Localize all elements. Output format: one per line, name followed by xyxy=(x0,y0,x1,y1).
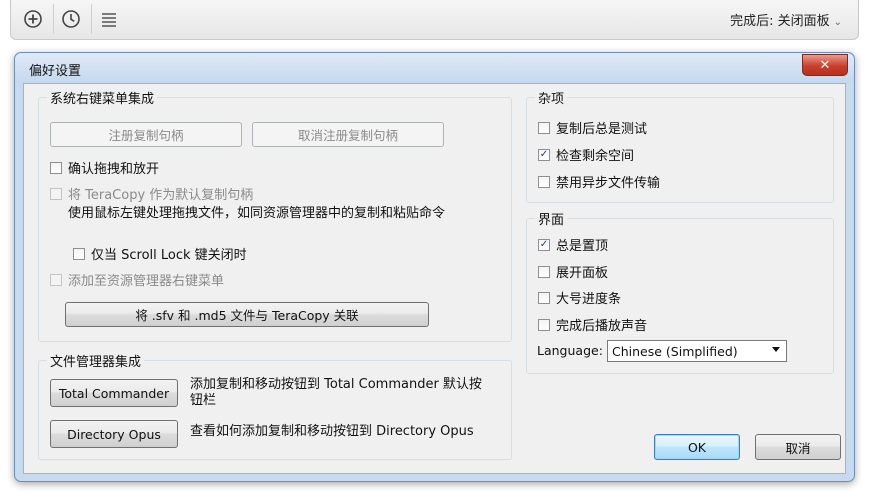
misc-title: 杂项 xyxy=(535,88,568,107)
chevron-down-icon: ⌄ xyxy=(833,17,842,28)
disable-async-label: 禁用异步文件传输 xyxy=(556,176,661,191)
register-handler-button[interactable]: 注册复制句柄 xyxy=(50,122,242,147)
add-icon[interactable] xyxy=(19,6,47,32)
ok-button[interactable]: OK xyxy=(654,434,740,460)
checkbox-box[interactable] xyxy=(538,175,550,188)
total-commander-description-line1: 添加复制和移动按钮到 Total Commander 默认按 xyxy=(190,377,482,392)
expand-panel-label: 展开面板 xyxy=(556,266,609,281)
always-on-top-label: 总是置顶 xyxy=(556,239,609,254)
add-context-menu-checkbox[interactable]: 添加至资源管理器右键菜单 xyxy=(50,270,224,289)
associate-files-button[interactable]: 将 .sfv 和 .md5 文件与 TeraCopy 关联 xyxy=(65,302,429,327)
total-commander-description: 添加复制和移动按钮到 Total Commander 默认按 钮栏 xyxy=(190,377,482,409)
interface-group: 界面 ✓ 总是置顶 展开面板 大号进度条 完成后播放声音 Language: C… xyxy=(526,209,834,374)
file-manager-integration-group: 文件管理器集成 Total Commander 添加复制和移动按钮到 Total… xyxy=(38,351,512,460)
shell-integration-group: 系统右键菜单集成 注册复制句柄 取消注册复制句柄 确认拖拽和放开 将 TeraC… xyxy=(38,88,512,342)
checkbox-box[interactable] xyxy=(538,121,550,134)
preferences-dialog: 偏好设置 ✕ 系统右键菜单集成 注册复制句柄 取消注册复制句柄 确认拖拽和放开 … xyxy=(14,52,855,482)
after-complete-label: 完成后: 关闭面板 xyxy=(730,14,830,29)
main-toolbar: 完成后: 关闭面板 ⌄ xyxy=(10,0,859,40)
large-progress-label: 大号进度条 xyxy=(556,292,622,307)
confirm-drag-drop-label: 确认拖拽和放开 xyxy=(68,162,160,177)
checkbox-box[interactable]: ✓ xyxy=(538,148,550,161)
unregister-handler-button[interactable]: 取消注册复制句柄 xyxy=(252,122,444,147)
play-sound-label: 完成后播放声音 xyxy=(556,319,648,334)
language-label: Language: xyxy=(537,343,603,358)
checkbox-box[interactable] xyxy=(50,187,62,200)
after-complete-dropdown[interactable]: 完成后: 关闭面板 ⌄ xyxy=(730,10,842,29)
interface-title: 界面 xyxy=(535,209,568,228)
directory-opus-button[interactable]: Directory Opus xyxy=(50,420,178,448)
confirm-drag-drop-checkbox[interactable]: 确认拖拽和放开 xyxy=(50,158,159,177)
menu-icon[interactable] xyxy=(95,6,123,32)
checkbox-box[interactable] xyxy=(50,273,62,286)
shell-integration-title: 系统右键菜单集成 xyxy=(47,88,158,107)
check-icon: ✓ xyxy=(539,148,549,160)
dialog-titlebar[interactable]: 偏好设置 ✕ xyxy=(15,53,854,83)
checkbox-box[interactable] xyxy=(538,318,550,331)
scroll-lock-label: 仅当 Scroll Lock 键关闭时 xyxy=(91,248,247,263)
checkbox-box[interactable] xyxy=(538,265,550,278)
checkbox-box[interactable] xyxy=(73,247,85,260)
large-progress-checkbox[interactable]: 大号进度条 xyxy=(538,288,621,307)
default-copy-handler-checkbox[interactable]: 将 TeraCopy 作为默认复制句柄 xyxy=(50,184,253,203)
total-commander-description-line2: 钮栏 xyxy=(190,393,217,408)
always-test-label: 复制后总是测试 xyxy=(556,122,648,137)
expand-panel-checkbox[interactable]: 展开面板 xyxy=(538,262,608,281)
scroll-lock-checkbox[interactable]: 仅当 Scroll Lock 键关闭时 xyxy=(73,244,247,263)
total-commander-button[interactable]: Total Commander xyxy=(50,379,178,407)
default-copy-handler-label: 将 TeraCopy 作为默认复制句柄 xyxy=(68,188,254,203)
checkbox-box[interactable]: ✓ xyxy=(538,238,550,251)
dialog-client-area: 系统右键菜单集成 注册复制句柄 取消注册复制句柄 确认拖拽和放开 将 TeraC… xyxy=(23,83,846,474)
play-sound-checkbox[interactable]: 完成后播放声音 xyxy=(538,315,647,334)
language-select[interactable]: Chinese (Simplified) xyxy=(607,340,787,362)
toolbar-separator xyxy=(91,4,92,34)
checkbox-box[interactable] xyxy=(538,291,550,304)
add-context-menu-label: 添加至资源管理器右键菜单 xyxy=(68,274,225,289)
dialog-title: 偏好设置 xyxy=(29,64,82,79)
misc-group: 杂项 复制后总是测试 ✓ 检查剩余空间 禁用异步文件传输 xyxy=(526,88,834,203)
toolbar-separator xyxy=(53,4,54,34)
always-test-checkbox[interactable]: 复制后总是测试 xyxy=(538,118,647,137)
check-free-space-checkbox[interactable]: ✓ 检查剩余空间 xyxy=(538,145,634,164)
language-value: Chinese (Simplified) xyxy=(612,343,738,359)
directory-opus-description: 查看如何添加复制和移动按钮到 Directory Opus xyxy=(190,424,474,439)
checkbox-box[interactable] xyxy=(50,161,62,174)
disable-async-checkbox[interactable]: 禁用异步文件传输 xyxy=(538,172,660,191)
close-icon: ✕ xyxy=(819,57,831,73)
clock-icon[interactable] xyxy=(57,6,85,32)
check-icon: ✓ xyxy=(539,238,549,250)
file-manager-integration-title: 文件管理器集成 xyxy=(47,351,145,370)
cancel-button[interactable]: 取消 xyxy=(755,434,841,460)
dropdown-arrow-icon xyxy=(772,347,780,352)
check-free-space-label: 检查剩余空间 xyxy=(556,149,635,164)
default-copy-handler-description: 使用鼠标左键处理拖拽文件，如同资源管理器中的复制和粘贴命令 xyxy=(68,206,446,221)
close-button[interactable]: ✕ xyxy=(802,54,848,76)
always-on-top-checkbox[interactable]: ✓ 总是置顶 xyxy=(538,235,608,254)
